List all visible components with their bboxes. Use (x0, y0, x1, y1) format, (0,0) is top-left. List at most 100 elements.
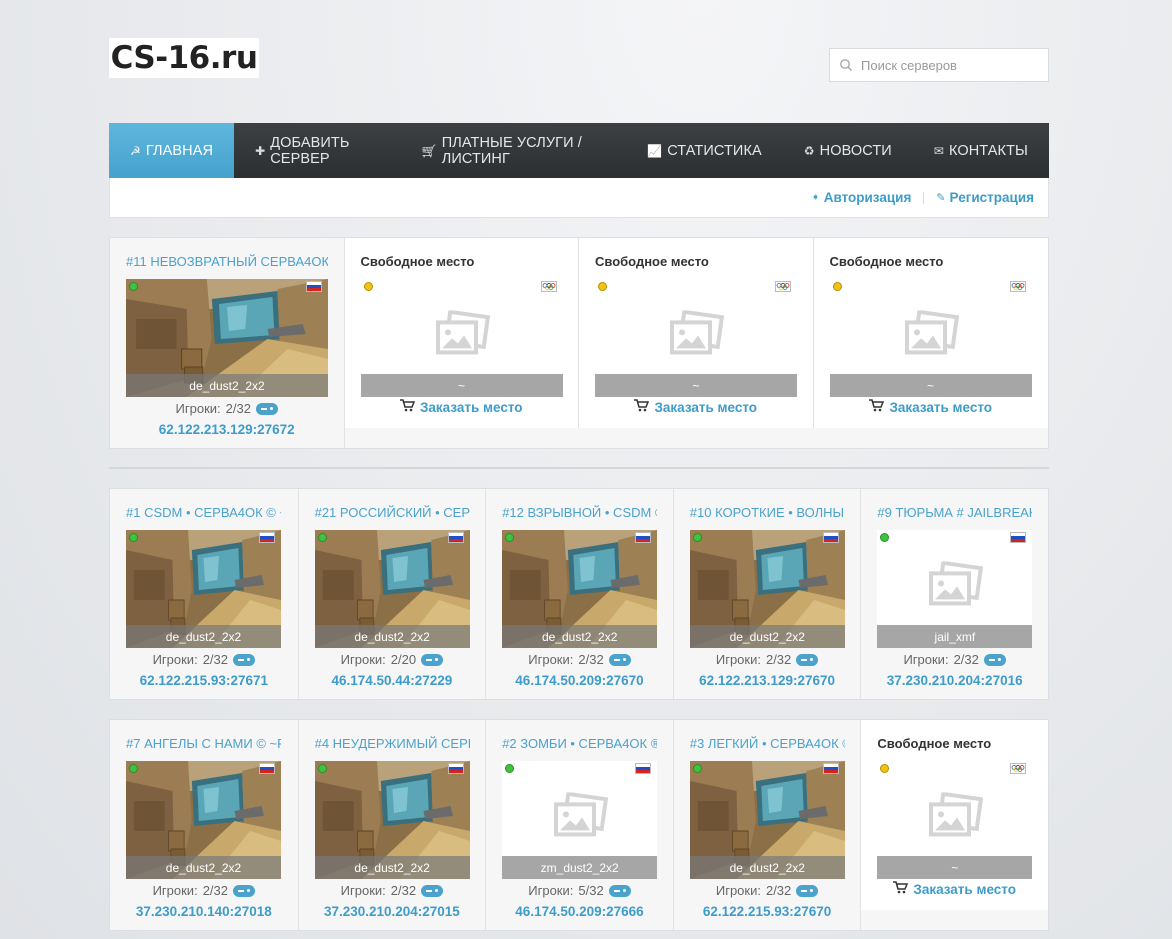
server-address[interactable]: 62.122.215.93:27671 (110, 673, 298, 688)
server-title[interactable]: #4 НЕУДЕРЖИМЫЙ СЕРВА4 (315, 736, 470, 751)
search-input[interactable] (861, 57, 1031, 73)
image-placeholder-icon (435, 310, 490, 355)
order-slot-link[interactable]: Заказать место (345, 399, 579, 415)
server-address[interactable]: 62.122.215.93:27670 (674, 904, 861, 919)
players-value: 2/32 (765, 652, 792, 667)
server-title[interactable]: #10 КОРОТКИЕ • ВОЛНЫ ® (690, 505, 845, 520)
image-placeholder-icon (670, 310, 724, 355)
players-count: Игроки: 2/32 (674, 652, 861, 667)
gamepad-icon[interactable] (608, 884, 631, 897)
server-thumbnail[interactable]: de_dust2_2x2 (689, 530, 845, 648)
free-slot-card: Свободное место ~ Заказать место (344, 238, 579, 428)
server-address[interactable]: 46.174.50.209:27670 (486, 673, 673, 688)
server-card[interactable]: #10 КОРОТКИЕ • ВОЛНЫ ® de_dust2_2x2 Игрок… (673, 489, 862, 699)
server-thumbnail[interactable]: de_dust2_2x2 (126, 761, 281, 879)
players-label: Игроки: (528, 652, 574, 667)
server-thumbnail[interactable]: ~ (829, 279, 1032, 397)
server-thumbnail[interactable]: jail_xmf (877, 530, 1033, 648)
register-link[interactable]: ✎ Регистрация (936, 190, 1034, 205)
server-title[interactable]: #12 ВЗРЫВНОЙ • CSDM ® ~ (502, 505, 657, 520)
status-indicator (317, 533, 327, 542)
server-address[interactable]: 46.174.50.209:27666 (486, 904, 673, 919)
server-address[interactable]: 37.230.210.204:27015 (299, 904, 486, 919)
servers-row: #7 АНГЕЛЫ С НАМИ © ~FR de_dust2_2x2 Игрок… (109, 719, 1049, 931)
nav-item-envelope[interactable]: ✉ КОНТАКТЫ (913, 123, 1049, 178)
nav-item-hammer-sickle[interactable]: ☭ ГЛАВНАЯ (109, 123, 235, 178)
register-label: Регистрация (949, 190, 1034, 205)
map-name: de_dust2_2x2 (689, 856, 845, 879)
main-navigation: ☭ ГЛАВНАЯ ✚ ДОБАВИТЬ СЕРВЕР 🛒 ПЛАТНЫЕ УСЛУГИ … (109, 123, 1049, 178)
server-address[interactable]: 37.230.210.140:27018 (110, 904, 298, 919)
players-value: 2/32 (578, 652, 604, 667)
server-address[interactable]: 37.230.210.204:27016 (861, 673, 1048, 688)
server-card[interactable]: #3 ЛЕГКИЙ • СЕРВА4ОК © ~ de_dust2_2x2 Игр… (673, 720, 862, 930)
server-address[interactable]: 62.122.213.129:27670 (674, 673, 861, 688)
status-indicator (832, 282, 842, 291)
server-thumbnail[interactable]: de_dust2_2x2 (314, 761, 470, 879)
login-label: Авторизация (823, 190, 912, 205)
gamepad-icon[interactable] (255, 402, 278, 415)
status-indicator (129, 282, 138, 291)
free-slot-title: Свободное место (877, 736, 992, 751)
server-thumbnail[interactable]: de_dust2_2x2 (502, 530, 658, 648)
server-title[interactable]: #21 РОССИЙСКИЙ • СЕРВА (315, 505, 470, 520)
server-title[interactable]: #1 CSDM • СЕРВА4ОК © ~FI (126, 505, 281, 520)
server-title[interactable]: #11 НЕВОЗВРАТНЫЙ СЕРВА4ОК © ~ (126, 254, 328, 269)
server-thumbnail[interactable]: zm_dust2_2x2 (502, 761, 658, 879)
gamepad-icon[interactable] (421, 653, 444, 666)
nav-item-plus[interactable]: ✚ ДОБАВИТЬ СЕРВЕР (234, 123, 401, 178)
server-thumbnail[interactable]: de_dust2_2x2 (689, 761, 845, 879)
gamepad-icon[interactable] (233, 884, 255, 897)
status-indicator (692, 764, 702, 773)
nav-item-label: ДОБАВИТЬ СЕРВЕР (270, 134, 350, 167)
premium-servers-row: #11 НЕВОЗВРАТНЫЙ СЕРВА4ОК © ~ de_dust2_2… (109, 237, 1049, 449)
server-thumbnail[interactable]: ~ (877, 761, 1033, 879)
server-thumbnail[interactable]: ~ (595, 279, 797, 397)
server-thumbnail[interactable]: de_dust2_2x2 (126, 530, 281, 648)
server-thumbnail[interactable]: ~ (360, 279, 563, 397)
order-slot-link[interactable]: Заказать место (579, 399, 813, 415)
players-count: Игроки: 2/32 (299, 883, 486, 898)
server-thumbnail[interactable]: de_dust2_2x2 (126, 279, 328, 397)
server-card[interactable]: #7 АНГЕЛЫ С НАМИ © ~FR de_dust2_2x2 Игрок… (110, 720, 299, 930)
server-title[interactable]: #3 ЛЕГКИЙ • СЕРВА4ОК © ~ (690, 736, 845, 751)
server-card[interactable]: #4 НЕУДЕРЖИМЫЙ СЕРВА4 de_dust2_2x2 Игроки… (298, 720, 487, 930)
login-link[interactable]: ➧ Авторизация (811, 190, 911, 205)
site-logo[interactable]: CS-16.ru (109, 38, 259, 78)
server-address[interactable]: 62.122.213.129:27672 (110, 422, 344, 437)
server-title[interactable]: #2 ЗОМБИ • СЕРВА4ОК ® ~ (502, 736, 657, 751)
gamepad-icon[interactable] (983, 653, 1006, 666)
gamepad-icon[interactable] (796, 884, 819, 897)
server-card[interactable]: #21 РОССИЙСКИЙ • СЕРВА de_dust2_2x2 Игрок… (298, 489, 487, 699)
order-slot-link[interactable]: Заказать место (861, 881, 1048, 897)
gamepad-icon[interactable] (421, 884, 444, 897)
cart-icon (634, 399, 650, 415)
free-slot-card: Свободное место ~ Заказать место (813, 238, 1049, 428)
order-slot-link[interactable]: Заказать место (814, 399, 1049, 415)
players-value: 2/32 (225, 401, 251, 416)
gamepad-icon[interactable] (796, 653, 819, 666)
server-thumbnail[interactable]: de_dust2_2x2 (314, 530, 470, 648)
server-title[interactable]: #9 ТЮРЬМА # JAILBREAK [1 (877, 505, 1032, 520)
players-label: Игроки: (528, 883, 574, 898)
nav-item-chart[interactable]: 📈 СТАТИСТИКА (626, 123, 783, 178)
players-count: Игроки: 2/32 (486, 652, 673, 667)
nav-item-cart[interactable]: 🛒 ПЛАТНЫЕ УСЛУГИ / ЛИСТИНГ (401, 123, 626, 178)
server-card[interactable]: #2 ЗОМБИ • СЕРВА4ОК ® ~ zm_dust2_2x2 Игро… (486, 720, 674, 930)
envelope-icon: ✉ (933, 143, 944, 158)
server-card[interactable]: #1 CSDM • СЕРВА4ОК © ~FI de_dust2_2x2 Игр… (110, 489, 299, 699)
nav-item-recycle[interactable]: ♻ НОВОСТИ (783, 123, 913, 178)
server-address[interactable]: 46.174.50.44:27229 (299, 673, 486, 688)
players-value: 2/32 (202, 883, 228, 898)
russia-flag-icon (635, 763, 652, 774)
status-indicator (363, 282, 373, 291)
server-card[interactable]: #9 ТЮРЬМА # JAILBREAK [1 jail_xmf Игроки:… (861, 489, 1048, 699)
server-title[interactable]: #7 АНГЕЛЫ С НАМИ © ~FR (126, 736, 281, 751)
search-box[interactable] (829, 48, 1049, 82)
server-card[interactable]: #12 ВЗРЫВНОЙ • CSDM ® ~ de_dust2_2x2 Игро… (486, 489, 674, 699)
map-name: ~ (877, 856, 1033, 879)
gamepad-icon[interactable] (608, 653, 631, 666)
server-card[interactable]: #11 НЕВОЗВРАТНЫЙ СЕРВА4ОК © ~ de_dust2_2… (110, 238, 345, 448)
gamepad-icon[interactable] (233, 653, 255, 666)
free-slot-card: Свободное место ~ Заказать место (579, 238, 814, 428)
